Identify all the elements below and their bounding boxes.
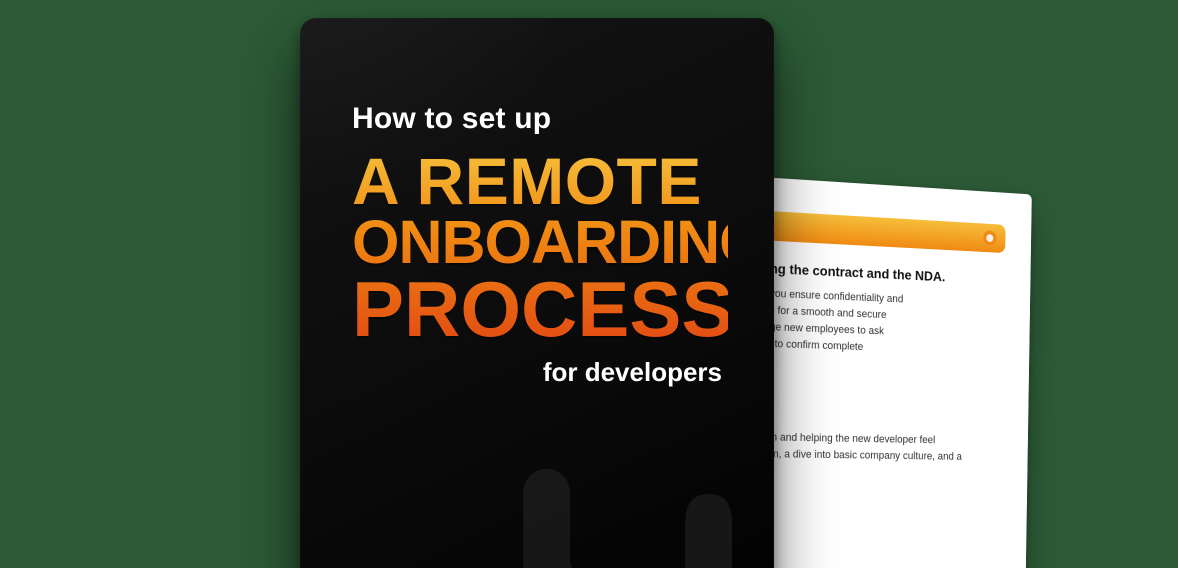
cover-subtitle: for developers [352, 357, 728, 388]
bullet-circle-icon [983, 230, 997, 246]
headline-line-2: ONBOARDING [352, 213, 728, 272]
body-text: ession and helping the new developer fee… [747, 429, 1003, 466]
cover-intro: How to set up [352, 102, 728, 136]
headline-line-3: PROCESS [352, 272, 728, 347]
book-cover: How to set up A REMOTE ONBOARDING PROCES… [300, 18, 774, 568]
cover-headline: A REMOTE ONBOARDING PROCESS [352, 150, 728, 347]
body-text: ont, you ensure confidentiality and stag… [749, 285, 1005, 361]
section-title: gning the contract and the NDA. [750, 259, 1005, 287]
rock-hand-icon [426, 368, 774, 568]
headline-line-1: A REMOTE [352, 150, 728, 213]
book-mockup: gning the contract and the NDA. ont, you… [0, 0, 1178, 568]
